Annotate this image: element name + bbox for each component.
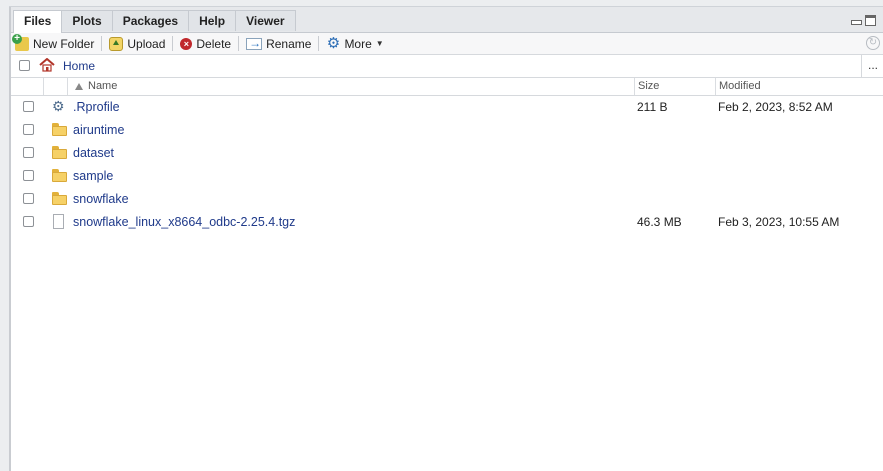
row-checkbox[interactable] — [23, 101, 34, 112]
table-row: sample — [11, 165, 883, 188]
header-name[interactable]: Name — [67, 78, 634, 95]
folder-icon — [51, 191, 67, 207]
table-row: dataset — [11, 142, 883, 165]
sort-ascending-icon — [75, 83, 83, 90]
file-list: .Rprofile 211 B Feb 2, 2023, 8:52 AM air… — [11, 96, 883, 234]
row-checkbox[interactable] — [23, 124, 34, 135]
toolbar: New Folder Upload × Delete Rename ⚙ More… — [11, 33, 883, 55]
row-checkbox[interactable] — [23, 216, 34, 227]
header-modified-label: Modified — [719, 80, 761, 92]
row-checkbox[interactable] — [23, 170, 34, 181]
tab-packages[interactable]: Packages — [111, 10, 190, 31]
files-pane: Files Plots Packages Help Viewer New Fol… — [10, 7, 883, 471]
file-name[interactable]: dataset — [73, 146, 114, 160]
path-more-button[interactable]: ... — [861, 55, 883, 77]
rename-label: Rename — [266, 36, 312, 51]
header-check-col — [11, 78, 43, 95]
rename-icon — [246, 36, 263, 50]
tab-files[interactable]: Files — [13, 10, 63, 33]
left-edge — [0, 0, 10, 471]
header-size-label: Size — [638, 80, 660, 92]
more-button[interactable]: ⚙ More ▼ — [322, 34, 387, 53]
file-modified: Feb 3, 2023, 10:55 AM — [718, 215, 840, 229]
file-size: 46.3 MB — [637, 215, 682, 229]
file-icon — [53, 214, 64, 229]
folder-icon — [51, 145, 67, 161]
file-size: 211 B — [637, 100, 668, 114]
table-header: Name Size Modified — [11, 78, 883, 96]
tabs: Files Plots Packages Help Viewer — [13, 10, 296, 33]
row-checkbox[interactable] — [23, 193, 34, 204]
delete-label: Delete — [196, 36, 232, 51]
delete-icon: × — [180, 37, 193, 50]
file-name[interactable]: snowflake — [73, 192, 129, 206]
new-folder-label: New Folder — [33, 36, 95, 51]
folder-icon — [51, 122, 67, 138]
toolbar-separator — [101, 36, 103, 51]
folder-icon — [51, 168, 67, 184]
file-modified: Feb 2, 2023, 8:52 AM — [718, 100, 833, 114]
row-checkbox[interactable] — [23, 147, 34, 158]
window-controls — [851, 15, 876, 26]
new-folder-button[interactable]: New Folder — [11, 33, 98, 53]
header-size[interactable]: Size — [634, 78, 715, 95]
chevron-down-icon: ▼ — [375, 39, 384, 48]
new-folder-icon — [12, 33, 29, 51]
r-settings-file-icon — [51, 98, 67, 115]
table-row: airuntime — [11, 119, 883, 142]
upload-label: Upload — [127, 36, 166, 51]
path-bar: Home ... — [11, 55, 883, 78]
file-name[interactable]: snowflake_linux_x8664_odbc-2.25.4.tgz — [73, 215, 295, 229]
gear-icon: ⚙ — [326, 34, 341, 52]
tab-bar: Files Plots Packages Help Viewer — [11, 7, 883, 33]
toolbar-separator — [172, 36, 174, 51]
upload-icon — [109, 36, 124, 51]
maximize-icon[interactable] — [865, 15, 876, 26]
rename-button[interactable]: Rename — [242, 34, 315, 53]
file-name[interactable]: sample — [73, 169, 113, 183]
tab-help[interactable]: Help — [188, 10, 237, 31]
more-label: More — [344, 36, 372, 51]
header-icon-col — [43, 78, 67, 95]
table-row: snowflake_linux_x8664_odbc-2.25.4.tgz 46… — [11, 211, 883, 234]
minimize-icon[interactable] — [851, 15, 862, 26]
top-edge — [9, 0, 883, 7]
toolbar-separator — [318, 36, 320, 51]
toolbar-separator — [238, 36, 240, 51]
header-name-label: Name — [88, 80, 118, 92]
table-row: .Rprofile 211 B Feb 2, 2023, 8:52 AM — [11, 96, 883, 119]
tab-viewer[interactable]: Viewer — [235, 10, 296, 31]
refresh-icon[interactable]: ↻ — [866, 36, 880, 50]
tab-plots[interactable]: Plots — [61, 10, 113, 31]
table-row: snowflake — [11, 188, 883, 211]
home-icon[interactable] — [39, 58, 55, 72]
breadcrumb-home[interactable]: Home — [63, 59, 95, 73]
file-name[interactable]: .Rprofile — [73, 100, 120, 114]
upload-button[interactable]: Upload — [105, 34, 169, 53]
header-modified[interactable]: Modified — [715, 78, 883, 95]
file-name[interactable]: airuntime — [73, 123, 124, 137]
select-all-checkbox[interactable] — [19, 60, 30, 71]
delete-button[interactable]: × Delete — [176, 34, 235, 53]
